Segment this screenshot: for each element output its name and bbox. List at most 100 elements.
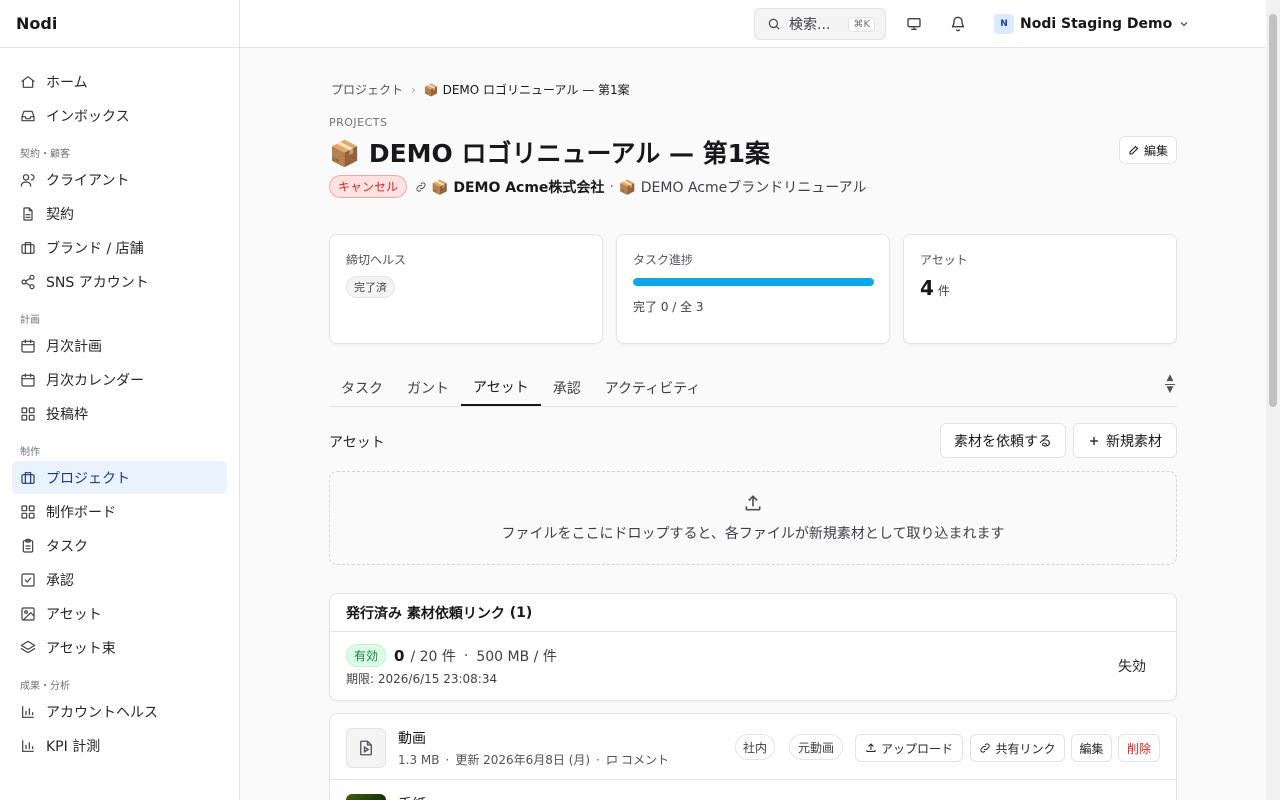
summary-cards: 締切ヘルス 完了済 タスク進捗 完了 0 / 全 3 アセット 4件 [329, 234, 1177, 344]
comment-link[interactable]: コメント [621, 751, 669, 768]
page-scrollbar[interactable] [1266, 0, 1280, 800]
request-material-button[interactable]: 素材を依頼する [940, 423, 1066, 458]
search-shortcut: ⌘K [848, 16, 875, 32]
request-material-label: 素材を依頼する [954, 433, 1052, 450]
edit-label: 編集 [1143, 143, 1168, 158]
sidebar-section-label: 計画 [20, 315, 40, 326]
asset-count-card: アセット 4件 [903, 234, 1177, 344]
meta-separator: · [609, 178, 614, 195]
sidebar-item-file[interactable]: 契約 [12, 197, 227, 230]
request-links-header: 発行済み 素材依頼リンク (1) [330, 594, 1176, 632]
sidebar-section-label: 契約・顧客 [20, 149, 70, 160]
link-size-limit: 500 MB / 件 [476, 648, 557, 665]
search-button[interactable]: 検索... ⌘K [754, 8, 886, 40]
sidebar-section-label: 制作 [20, 447, 40, 458]
main-content: プロジェクト › 📦 DEMO ロゴリニューアル — 第1案 PROJECTS … [329, 48, 1177, 800]
asset-updated: 更新 2026年6月8日 (月) [455, 753, 591, 767]
sidebar-item-label: タスク [46, 538, 88, 555]
project-tabs: タスク ガント アセット 承認 アクティビティ [329, 370, 1177, 407]
share-link-button[interactable]: 共有リンク [970, 734, 1065, 762]
grid-icon [20, 406, 36, 422]
users-icon [20, 172, 36, 188]
inbox-icon [20, 108, 36, 124]
link-icon [415, 181, 427, 193]
page-title: 📦 DEMO ロゴリニューアル — 第1案 [329, 139, 771, 168]
card-label: タスク進捗 [633, 253, 694, 267]
sidebar-item-label: プロジェクト [46, 470, 130, 487]
scrollbar-thumb[interactable] [1269, 14, 1277, 407]
upload-button[interactable]: アップロード [855, 734, 963, 762]
list-item[interactable]: 動画 1.3 MB · 更新 2026年6月8日 (月) · コメント 社内 元… [330, 714, 1176, 780]
client-link[interactable]: 📦 DEMO Acme株式会社 [431, 177, 604, 197]
asset-count-value: 4 [920, 276, 934, 300]
sidebar-item-label: 投稿枠 [46, 406, 88, 423]
chevron-down-icon[interactable]: ▼ [1163, 386, 1177, 395]
list-item[interactable]: 手紙 [330, 780, 1176, 800]
sidebar-item-bar-chart[interactable]: アカウントヘルス [12, 695, 227, 728]
edit-button[interactable]: 編集 [1118, 136, 1177, 164]
tabs-scroll-control[interactable]: ▲ ▼ [1163, 374, 1177, 402]
sidebar-item-label: 月次計画 [46, 338, 102, 355]
request-links-count: (1) [509, 604, 533, 621]
sidebar-item-bar-chart[interactable]: KPI 計測 [12, 729, 227, 762]
sidebar-item-label: アセット [46, 606, 102, 623]
tab-3[interactable]: 承認 [541, 370, 593, 406]
calendar-icon [20, 338, 36, 354]
deadline-status-badge: 完了済 [346, 276, 395, 298]
sidebar-item-home[interactable]: ホーム [12, 65, 227, 98]
sidebar-item-grid[interactable]: 投稿枠 [12, 397, 227, 430]
sidebar-item-check-square[interactable]: 承認 [12, 563, 227, 596]
sidebar-item-label: アセット束 [46, 640, 116, 657]
request-links-title: 発行済み 素材依頼リンク [346, 605, 505, 622]
sidebar-section-label: 成果・分析 [20, 681, 70, 692]
bell-icon[interactable] [948, 14, 968, 34]
file-dropzone[interactable]: ファイルをここにドロップすると、各ファイルが新規素材として取り込まれます [329, 471, 1177, 565]
page-kicker: PROJECTS [329, 116, 388, 129]
chevron-up-icon[interactable]: ▲ [1163, 374, 1177, 383]
pencil-icon [1128, 144, 1140, 156]
sidebar-item-briefcase[interactable]: ブランド / 店舗 [12, 231, 227, 264]
sidebar-nav: ホーム インボックス契約・顧客クライアント契約ブランド / 店舗 SNS アカウント… [0, 48, 239, 762]
brand-link[interactable]: 📦 DEMO Acmeブランドリニューアル [619, 177, 867, 197]
sidebar-item-image[interactable]: アセット [12, 597, 227, 630]
tab-4[interactable]: アクティビティ [593, 370, 713, 406]
card-label: アセット [920, 253, 968, 267]
task-progress-card: タスク進捗 完了 0 / 全 3 [616, 234, 890, 344]
revoke-link-button[interactable]: 失効 [1118, 656, 1146, 676]
plus-icon [1088, 435, 1100, 447]
new-material-button[interactable]: 新規素材 [1073, 423, 1177, 458]
org-switcher[interactable]: N Nodi Staging Demo [994, 12, 1190, 36]
sidebar-item-layers[interactable]: アセット束 [12, 631, 227, 664]
sidebar-item-calendar[interactable]: 月次計画 [12, 329, 227, 362]
sidebar-item-label: ブランド / 店舗 [46, 240, 144, 257]
sidebar-item-share[interactable]: SNS アカウント [12, 265, 227, 298]
chevron-right-icon: › [411, 82, 416, 97]
tag-chip: 元動画 [789, 734, 843, 760]
asset-thumbnail [346, 794, 386, 800]
asset-name[interactable]: 手紙 [398, 794, 426, 800]
edit-asset-button[interactable]: 編集 [1071, 734, 1112, 762]
tab-2[interactable]: アセット [461, 370, 541, 406]
sidebar-item-clipboard[interactable]: タスク [12, 529, 227, 562]
asset-list: 動画 1.3 MB · 更新 2026年6月8日 (月) · コメント 社内 元… [329, 713, 1177, 800]
breadcrumb: プロジェクト › 📦 DEMO ロゴリニューアル — 第1案 [331, 81, 630, 98]
bar-chart-icon [20, 704, 36, 720]
share-icon [20, 274, 36, 290]
sidebar-item-calendar[interactable]: 月次カレンダー [12, 363, 227, 396]
asset-count-unit: 件 [937, 284, 950, 298]
monitor-icon[interactable] [904, 14, 924, 34]
sidebar-item-grid[interactable]: 制作ボード [12, 495, 227, 528]
sidebar-item-users[interactable]: クライアント [12, 163, 227, 196]
breadcrumb-projects[interactable]: プロジェクト [331, 81, 403, 98]
sidebar-item-inbox[interactable]: インボックス [12, 99, 227, 132]
sidebar-item-label: 契約 [46, 206, 74, 223]
sidebar-item-label: KPI 計測 [46, 738, 101, 755]
asset-name[interactable]: 動画 [398, 728, 426, 748]
delete-asset-button[interactable]: 削除 [1118, 734, 1160, 762]
sidebar-item-label: SNS アカウント [46, 274, 149, 291]
tab-1[interactable]: ガント [395, 370, 461, 406]
tab-0[interactable]: タスク [329, 370, 395, 406]
app-logo[interactable]: Nodi [0, 0, 239, 48]
request-link-row: 有効 0 / 20 件 · 500 MB / 件 期限: 2026/6/15 2… [330, 632, 1176, 700]
sidebar-item-briefcase[interactable]: プロジェクト [12, 461, 227, 494]
